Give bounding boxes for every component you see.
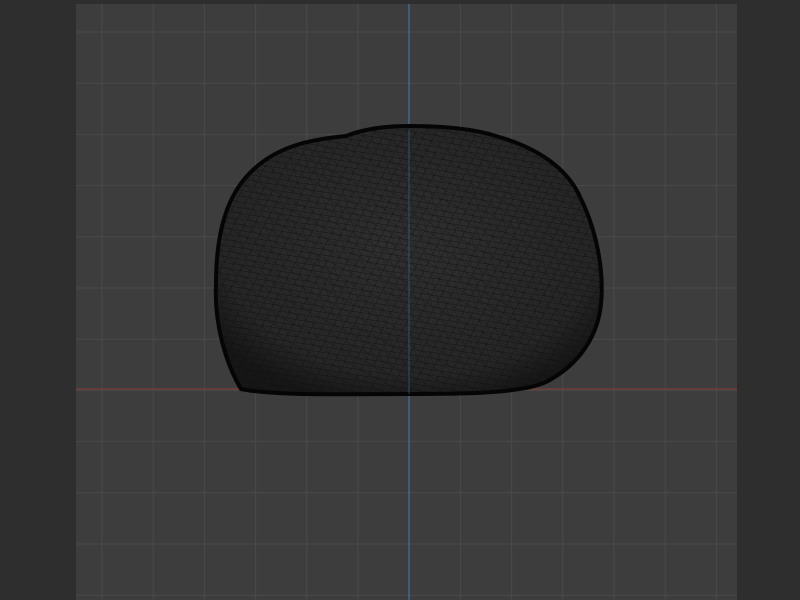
3d-viewport[interactable] [76,4,737,600]
viewport-window [0,0,800,600]
viewport-canvas[interactable] [76,4,737,600]
